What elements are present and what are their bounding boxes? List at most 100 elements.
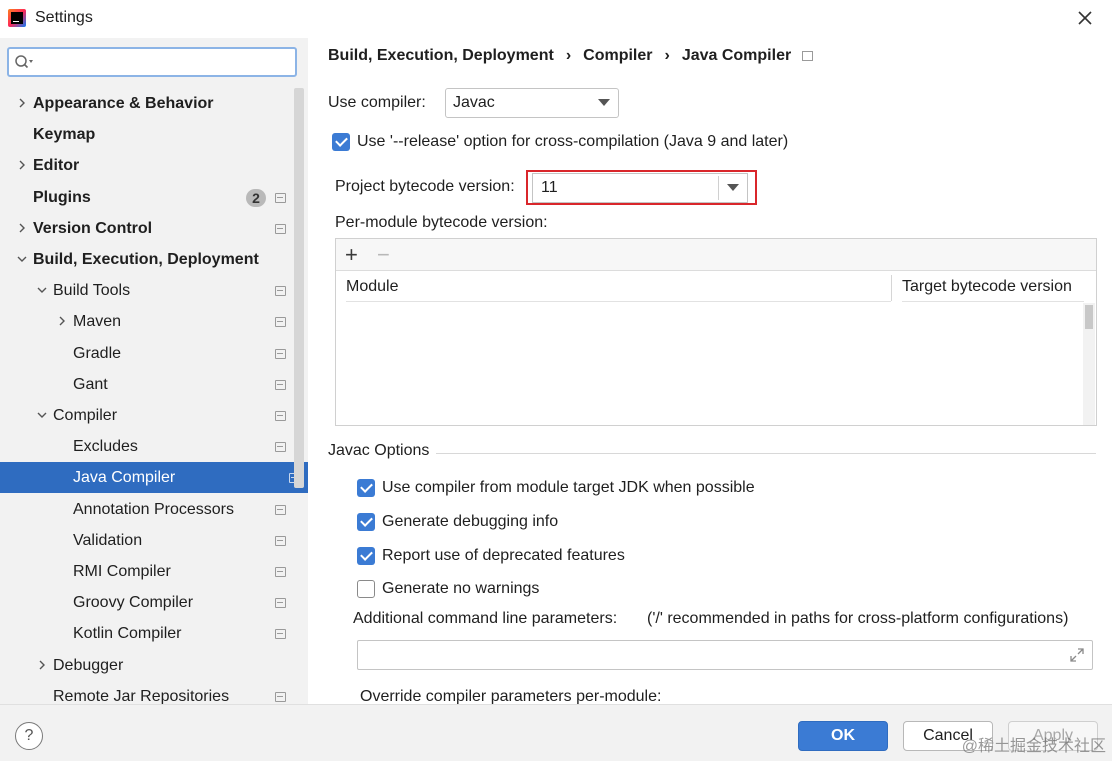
chevron-down-icon[interactable] [36, 409, 48, 421]
remove-icon[interactable]: − [377, 242, 390, 268]
ok-button[interactable]: OK [798, 721, 888, 751]
chevron-right-icon[interactable] [36, 659, 48, 671]
settings-search-field[interactable] [7, 47, 297, 77]
deprecation-label: Report use of deprecated features [382, 547, 625, 564]
breadcrumb-item[interactable]: Compiler [583, 47, 652, 65]
close-icon[interactable] [1074, 7, 1096, 29]
sidebar-scrollbar[interactable] [294, 88, 304, 488]
project-settings-icon [275, 380, 286, 390]
javac-options-title: Javac Options [328, 442, 430, 459]
project-settings-icon [275, 193, 286, 203]
chevron-right-icon[interactable] [16, 222, 28, 234]
use-compiler-label: Use compiler: [328, 94, 426, 111]
project-settings-icon [275, 692, 286, 702]
project-settings-icon [275, 442, 286, 452]
project-settings-icon [275, 286, 286, 296]
project-bytecode-select[interactable]: 11 [532, 173, 748, 203]
sidebar-item-label: Compiler [53, 407, 118, 424]
sidebar-item[interactable]: Remote Jar Repositories [0, 681, 294, 704]
sidebar-item[interactable]: Compiler [0, 400, 294, 431]
sidebar-item-label: Excludes [73, 438, 138, 455]
project-settings-icon [275, 598, 286, 608]
column-divider[interactable] [891, 275, 892, 301]
chevron-down-icon[interactable] [36, 284, 48, 296]
watermark: @稀土掘金技术社区 [961, 738, 1106, 755]
sidebar-item-label: Build, Execution, Deployment [33, 251, 259, 268]
project-bytecode-value: 11 [541, 179, 558, 196]
sidebar-item-label: Java Compiler [73, 469, 176, 486]
help-button[interactable]: ? [15, 722, 43, 750]
sidebar-item[interactable]: Annotation Processors [0, 494, 294, 525]
additional-params-hint: ('/' recommended in paths for cross-plat… [647, 610, 1069, 627]
sidebar-item-label: Build Tools [53, 282, 131, 299]
sidebar-item[interactable]: Groovy Compiler [0, 587, 294, 618]
sidebar-item[interactable]: Plugins 2 [0, 182, 294, 213]
chevron-right-icon[interactable] [16, 97, 28, 109]
sidebar-item[interactable]: Editor [0, 150, 294, 181]
chevron-right-icon[interactable] [56, 315, 68, 327]
additional-params-field[interactable] [357, 640, 1093, 670]
sidebar-item-label: Debugger [53, 657, 124, 674]
use-module-jdk-checkbox[interactable] [357, 479, 375, 497]
breadcrumb-separator: › [565, 47, 572, 64]
window-title: Settings [35, 9, 93, 26]
chevron-down-icon [727, 184, 739, 191]
chevron-down-icon[interactable] [16, 253, 28, 265]
sidebar-item[interactable]: Gradle [0, 338, 294, 369]
breadcrumb-item[interactable]: Build, Execution, Deployment [328, 47, 554, 65]
release-option-checkbox[interactable] [332, 133, 350, 151]
table-toolbar: + − [336, 239, 1096, 271]
sidebar-item[interactable]: Build, Execution, Deployment [0, 244, 294, 275]
project-bytecode-label: Project bytecode version: [335, 178, 515, 195]
sidebar-item[interactable]: Keymap [0, 119, 294, 150]
no-warnings-checkbox[interactable] [357, 580, 375, 598]
sidebar-item[interactable]: Kotlin Compiler [0, 618, 294, 649]
sidebar-item[interactable]: Build Tools [0, 275, 294, 306]
chevron-down-icon [598, 99, 610, 106]
sidebar-item-label: Kotlin Compiler [73, 625, 182, 642]
sidebar-item-label: Annotation Processors [73, 501, 234, 518]
sidebar-item-label: Maven [73, 313, 122, 330]
project-settings-icon [275, 505, 286, 515]
settings-content: Build, Execution, Deployment › Compiler › Ja… [308, 38, 1112, 705]
add-icon[interactable]: + [345, 242, 358, 268]
sidebar-item[interactable]: Maven [0, 306, 294, 337]
per-module-label: Per-module bytecode version: [335, 214, 548, 231]
module-bytecode-table: + − Module Target bytecode version [335, 238, 1097, 426]
sidebar-item-label: Keymap [33, 126, 96, 143]
sidebar-item[interactable]: Version Control [0, 213, 294, 244]
sidebar-item-label: Gant [73, 376, 108, 393]
expand-icon[interactable] [1069, 647, 1085, 663]
use-module-jdk-label: Use compiler from module target JDK when… [382, 479, 755, 496]
project-settings-icon [275, 629, 286, 639]
deprecation-checkbox[interactable] [357, 547, 375, 565]
project-settings-icon [275, 224, 286, 234]
breadcrumb-item: Java Compiler [681, 47, 792, 64]
intellij-logo-icon [8, 9, 26, 27]
sidebar-item-label: Remote Jar Repositories [53, 688, 230, 704]
use-compiler-value: Javac [453, 94, 495, 111]
project-settings-icon [275, 411, 286, 421]
sidebar-item-label: RMI Compiler [73, 563, 171, 580]
section-divider [436, 453, 1096, 454]
dialog-footer: ? OK Cancel Apply @稀土掘金技术社区 [0, 704, 1112, 761]
search-icon [15, 55, 33, 69]
sidebar-item[interactable]: Debugger [0, 650, 294, 681]
debug-info-checkbox[interactable] [357, 513, 375, 531]
sidebar-item[interactable]: Excludes [0, 431, 294, 462]
sidebar-item[interactable]: RMI Compiler [0, 556, 294, 587]
table-scrollbar[interactable] [1083, 303, 1095, 425]
chevron-right-icon[interactable] [16, 159, 28, 171]
search-input[interactable] [37, 51, 287, 73]
sidebar-item[interactable]: Appearance & Behavior [0, 88, 294, 119]
column-header-module[interactable]: Module [346, 272, 891, 302]
sidebar-item[interactable]: Gant [0, 369, 294, 400]
project-settings-icon [275, 567, 286, 577]
sidebar-item[interactable]: Validation [0, 525, 294, 556]
column-header-target-bytecode[interactable]: Target bytecode version [902, 272, 1084, 302]
sidebar-item[interactable]: Java Compiler [0, 462, 308, 493]
breadcrumb-separator: › [664, 47, 670, 64]
project-settings-icon [802, 51, 813, 61]
release-option-label: Use '--release' option for cross-compila… [357, 133, 789, 150]
use-compiler-select[interactable]: Javac [445, 88, 619, 118]
